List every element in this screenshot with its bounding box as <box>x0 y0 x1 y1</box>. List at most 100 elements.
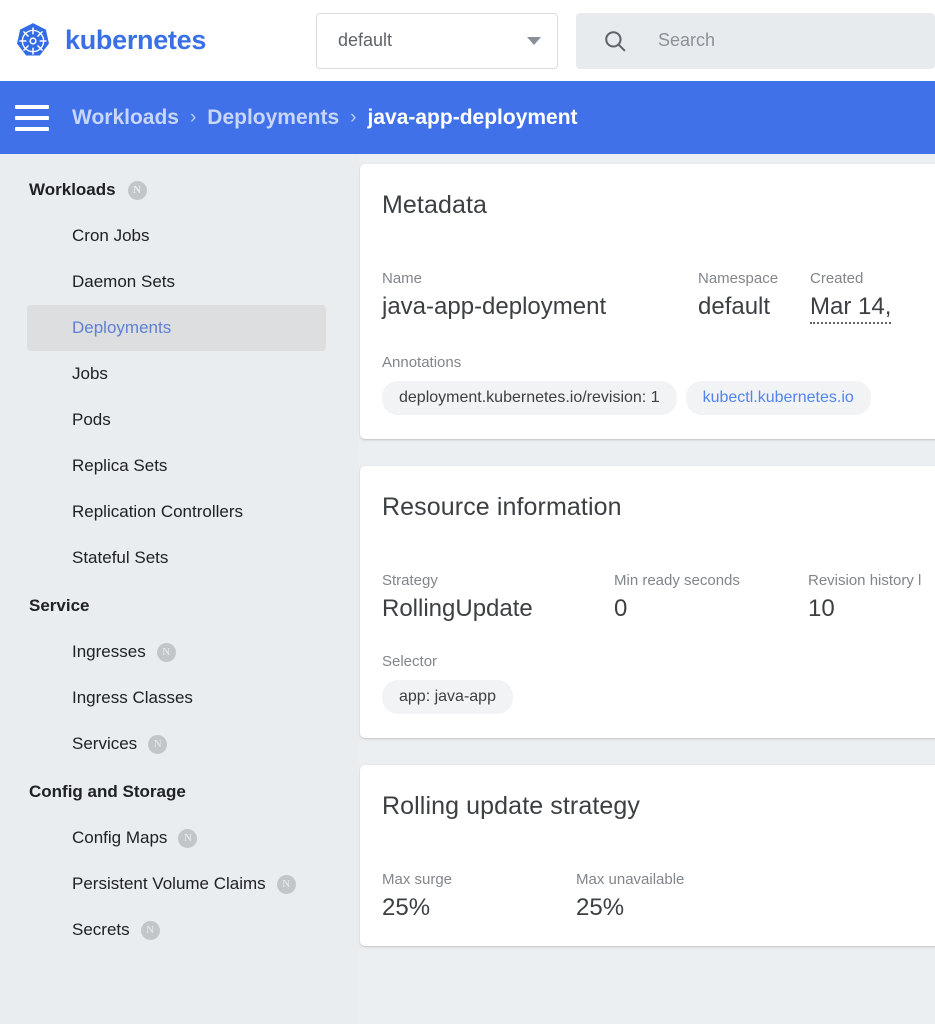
resource-information-card: Resource information Strategy RollingUpd… <box>360 466 935 738</box>
sidebar-item-config-maps[interactable]: Config Maps N <box>27 815 326 861</box>
breadcrumb-item-current: java-app-deployment <box>368 106 578 130</box>
resource-field-selector: Selector app: java-app <box>382 653 513 714</box>
metadata-field-name: Name java-app-deployment <box>382 270 698 324</box>
annotation-chip[interactable]: deployment.kubernetes.io/revision: 1 <box>382 381 677 415</box>
field-label: Namespace <box>698 270 810 287</box>
field-label: Min ready seconds <box>614 572 808 589</box>
sidebar-item-label: Ingress Classes <box>72 688 193 708</box>
resource-selector-row: Selector app: java-app <box>360 653 935 714</box>
selector-chip-list: app: java-app <box>382 680 513 714</box>
sidebar-section-label: Config and Storage <box>29 782 186 802</box>
sidebar-item-label: Config Maps <box>72 828 167 848</box>
rolling-update-fields-row: Max surge 25% Max unavailable 25% <box>360 871 935 922</box>
brand-name: kubernetes <box>65 25 206 56</box>
sidebar-item-label: Jobs <box>72 364 108 384</box>
hamburger-menu-icon[interactable] <box>15 105 49 131</box>
breadcrumb-separator-icon: › <box>190 107 196 129</box>
resource-field-min-ready-seconds: Min ready seconds 0 <box>614 572 808 623</box>
namespace-selector[interactable]: default <box>316 13 558 69</box>
top-app-bar: kubernetes default Search <box>0 0 935 81</box>
kubernetes-helm-logo <box>14 22 52 60</box>
namespaced-badge: N <box>141 921 160 940</box>
sidebar-item-pods[interactable]: Pods <box>27 397 326 443</box>
field-value: java-app-deployment <box>382 293 698 321</box>
namespace-selected-value: default <box>338 30 527 51</box>
namespaced-badge: N <box>277 875 296 894</box>
field-value: RollingUpdate <box>382 595 614 623</box>
sidebar-item-ingress-classes[interactable]: Ingress Classes <box>27 675 326 721</box>
field-value-created-tooltip[interactable]: Mar 14, <box>810 293 891 324</box>
sidebar-item-label: Stateful Sets <box>72 548 168 568</box>
field-label: Max unavailable <box>576 871 684 888</box>
sidebar-item-jobs[interactable]: Jobs <box>27 351 326 397</box>
field-value: 25% <box>382 894 576 922</box>
sidebar-item-label: Persistent Volume Claims <box>72 874 266 894</box>
selector-chip[interactable]: app: java-app <box>382 680 513 714</box>
rolling-update-field-max-surge: Max surge 25% <box>382 871 576 922</box>
namespaced-badge: N <box>128 181 147 200</box>
sidebar-item-replica-sets[interactable]: Replica Sets <box>27 443 326 489</box>
breadcrumb-bar: Workloads › Deployments › java-app-deplo… <box>0 81 935 154</box>
rolling-update-strategy-card: Rolling update strategy Max surge 25% Ma… <box>360 765 935 946</box>
sidebar-item-services[interactable]: Services N <box>27 721 326 767</box>
rolling-update-field-max-unavailable: Max unavailable 25% <box>576 871 684 922</box>
card-title: Resource information <box>360 466 935 522</box>
breadcrumb-item-deployments[interactable]: Deployments <box>207 106 339 130</box>
search-icon <box>602 28 628 54</box>
metadata-fields-row: Name java-app-deployment Namespace defau… <box>360 270 935 324</box>
field-label: Revision history l <box>808 572 921 589</box>
page-body: Workloads N Cron Jobs Daemon Sets Deploy… <box>0 154 935 1024</box>
chevron-down-icon <box>527 37 541 45</box>
sidebar-section-service: Service <box>0 581 359 629</box>
field-label: Strategy <box>382 572 614 589</box>
sidebar-item-label: Services <box>72 734 137 754</box>
metadata-card: Metadata Name java-app-deployment Namesp… <box>360 164 935 439</box>
sidebar-item-label: Cron Jobs <box>72 226 149 246</box>
search-bar[interactable]: Search <box>576 13 935 69</box>
sidebar-item-deployments[interactable]: Deployments <box>27 305 326 351</box>
resource-field-revision-history-limit: Revision history l 10 <box>808 572 921 623</box>
annotation-chip-link[interactable]: kubectl.kubernetes.io <box>686 381 871 415</box>
sidebar-item-label: Replica Sets <box>72 456 167 476</box>
main-content: Metadata Name java-app-deployment Namesp… <box>359 154 935 1024</box>
metadata-field-namespace: Namespace default <box>698 270 810 324</box>
field-value: 10 <box>808 595 921 623</box>
field-label: Name <box>382 270 698 287</box>
field-value: 25% <box>576 894 684 922</box>
sidebar-item-stateful-sets[interactable]: Stateful Sets <box>27 535 326 581</box>
breadcrumb-item-workloads[interactable]: Workloads <box>72 106 179 130</box>
namespaced-badge: N <box>157 643 176 662</box>
metadata-field-annotations: Annotations deployment.kubernetes.io/rev… <box>382 354 871 415</box>
field-label: Annotations <box>382 354 871 371</box>
sidebar-section-label: Workloads <box>29 180 116 200</box>
resource-field-strategy: Strategy RollingUpdate <box>382 572 614 623</box>
sidebar-section-workloads: Workloads N <box>0 165 359 213</box>
sidebar-item-secrets[interactable]: Secrets N <box>27 907 326 953</box>
namespaced-badge: N <box>148 735 167 754</box>
brand-logo-area[interactable]: kubernetes <box>0 22 316 60</box>
sidebar-item-label: Pods <box>72 410 111 430</box>
kubernetes-dashboard-page: kubernetes default Search Workloads › De… <box>0 0 935 1024</box>
sidebar-item-persistent-volume-claims[interactable]: Persistent Volume Claims N <box>27 861 326 907</box>
metadata-field-created: Created Mar 14, <box>810 270 891 324</box>
sidebar-item-label: Daemon Sets <box>72 272 175 292</box>
resource-fields-row: Strategy RollingUpdate Min ready seconds… <box>360 572 935 623</box>
sidebar-item-ingresses[interactable]: Ingresses N <box>27 629 326 675</box>
sidebar-item-label: Ingresses <box>72 642 146 662</box>
namespaced-badge: N <box>178 829 197 848</box>
sidebar-section-config-and-storage: Config and Storage <box>0 767 359 815</box>
field-value: 0 <box>614 595 808 623</box>
sidebar-item-daemon-sets[interactable]: Daemon Sets <box>27 259 326 305</box>
breadcrumb: Workloads › Deployments › java-app-deplo… <box>72 106 578 130</box>
sidebar-section-label: Service <box>29 596 90 616</box>
sidebar-item-label: Replication Controllers <box>72 502 243 522</box>
search-input[interactable]: Search <box>658 30 715 51</box>
field-label: Selector <box>382 653 513 670</box>
card-title: Metadata <box>360 164 935 220</box>
field-label: Max surge <box>382 871 576 888</box>
sidebar-item-replication-controllers[interactable]: Replication Controllers <box>27 489 326 535</box>
metadata-annotations-row: Annotations deployment.kubernetes.io/rev… <box>360 354 935 415</box>
annotation-chip-list: deployment.kubernetes.io/revision: 1 kub… <box>382 381 871 415</box>
sidebar-item-cron-jobs[interactable]: Cron Jobs <box>27 213 326 259</box>
field-value: default <box>698 293 810 321</box>
